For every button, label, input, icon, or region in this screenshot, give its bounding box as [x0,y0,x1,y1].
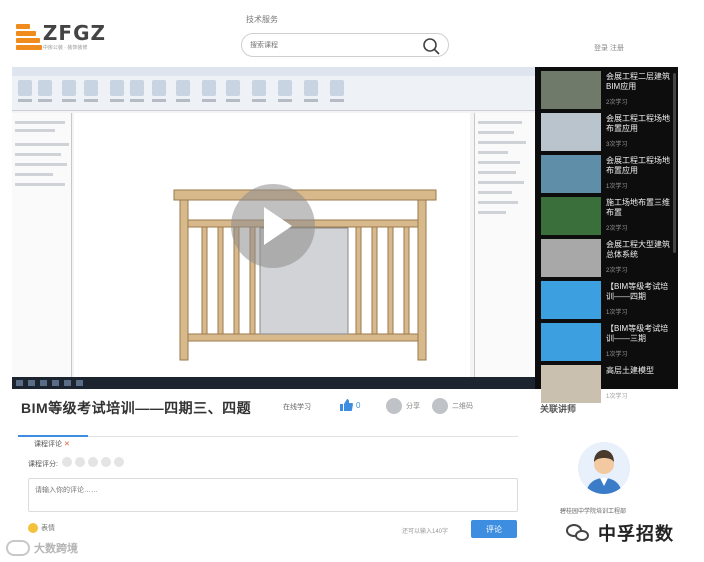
video-thumbnail[interactable] [541,239,601,277]
watermark-left: 大数跨境 [6,540,78,556]
playlist-item-count: 1次学习 [606,352,628,358]
playlist-item-count: 2次学习 [606,268,628,274]
rating-label: 课程评分: [28,461,58,468]
software-ribbon [12,67,535,111]
comment-input[interactable] [28,478,518,512]
watermark-right-text: 中孚招数 [598,524,674,544]
star-icon[interactable] [88,457,98,467]
playlist-item-title: 会展工程工程场地布置应用 [606,114,670,133]
os-taskbar [12,377,535,389]
playlist-item-title: 施工场地布置三维布置 [606,198,670,217]
playlist-item[interactable]: 会展工程工程场地布置应用 1次学习 [541,155,671,195]
video-thumbnail[interactable] [541,155,601,193]
star-icon[interactable] [62,457,72,467]
like-count: 0 [356,400,361,410]
playlist-item-title: 高层土建模型 [606,366,654,375]
rating-stars [62,457,124,467]
star-icon[interactable] [114,457,124,467]
playlist-item[interactable]: 会展工程大型建筑总体系统 2次学习 [541,239,671,279]
playlist-item[interactable]: 会展工程二层建筑BIM应用 2次学习 [541,71,671,111]
star-icon[interactable] [101,457,111,467]
video-thumbnail[interactable] [541,323,601,361]
search-bar [241,33,449,57]
watermark-logo-icon [6,540,30,556]
wechat-icon [566,522,592,544]
watermark-left-text: 大数跨境 [34,543,78,555]
video-thumbnail[interactable] [541,197,601,235]
qrcode-label: 二维码 [452,403,473,410]
share-icon [386,398,402,414]
playlist-item-count: 2次学习 [606,226,628,232]
watermark-right: 中孚招数 [566,520,674,546]
share-label: 分享 [406,403,420,410]
playlist-item-title: 【BIM等级考试培训——四期 [606,282,669,301]
video-title: BIM等级考试培训——四期三、四题 [21,400,252,416]
share-button[interactable]: 分享 [386,398,420,414]
login-register-link[interactable]: 登录 注册 [594,43,624,53]
emoji-button[interactable]: 表情 [28,523,55,533]
search-input[interactable] [250,38,410,53]
playlist-item-count: 2次学习 [606,100,628,106]
comment-tab-label: 课程评论 [34,441,62,448]
qrcode-icon [432,398,448,414]
emoji-label: 表情 [41,525,55,532]
playlist-item-count: 1次学习 [606,394,628,400]
playlist-item-title: 会展工程工程场地布置应用 [606,156,670,175]
logo-title: ZFGZ [42,21,106,45]
playlist-item[interactable]: 会展工程工程场地布置应用 3次学习 [541,113,671,153]
video-thumbnail[interactable] [541,113,601,151]
char-count: 还可以输入140字 [402,529,449,535]
avatar[interactable] [578,442,630,494]
video-thumbnail[interactable] [541,71,601,109]
logo-mark-icon [16,22,42,52]
site-logo[interactable]: ZFGZ 中房公装 · 装饰装修 [16,20,106,54]
close-icon[interactable]: ✕ [64,440,70,448]
playlist-item[interactable]: 【BIM等级考试培训——三期 1次学习 [541,323,671,363]
playlist-item-count: 1次学习 [606,184,628,190]
search-icon[interactable] [422,37,440,55]
playlist-scrollbar[interactable] [673,73,676,253]
video-thumbnail[interactable] [541,365,601,403]
properties-panel [12,113,72,381]
related-lecturer-title: 关联讲师 [540,404,577,414]
playlist-item-count: 3次学习 [606,142,628,148]
thumbs-up-icon [340,399,353,411]
playlist-item-title: 【BIM等级考试培训——三期 [606,324,669,343]
submit-comment-button[interactable]: 评论 [471,520,517,538]
top-nav-link[interactable]: 技术服务 [246,14,278,25]
playlist-item[interactable]: 【BIM等级考试培训——四期 1次学习 [541,281,671,321]
study-button[interactable]: 在线学习 [283,402,311,412]
tab-course-comments[interactable]: 课程评论 ✕ [34,439,70,449]
playlist-item-count: 1次学习 [606,310,628,316]
tab-active-indicator [18,435,88,437]
project-browser-panel [474,113,535,381]
star-icon[interactable] [75,457,85,467]
playlist-item[interactable]: 施工场地布置三维布置 2次学习 [541,197,671,237]
like-button[interactable]: 0 [339,398,360,412]
qrcode-button[interactable]: 二维码 [432,398,473,414]
tab-divider [18,436,518,437]
playlist-item-title: 会展工程大型建筑总体系统 [606,240,670,259]
playlist-item[interactable]: 高层土建模型 1次学习 [541,365,671,405]
logo-subtitle: 中房公装 · 装饰装修 [42,45,88,51]
play-button[interactable] [231,184,315,268]
user-avatar-icon [578,442,630,494]
author-name[interactable]: 碧桂园中学院培训工程部 [560,506,670,515]
video-thumbnail[interactable] [541,281,601,319]
playlist-item-title: 会展工程二层建筑BIM应用 [606,72,670,91]
smiley-icon [28,523,38,533]
